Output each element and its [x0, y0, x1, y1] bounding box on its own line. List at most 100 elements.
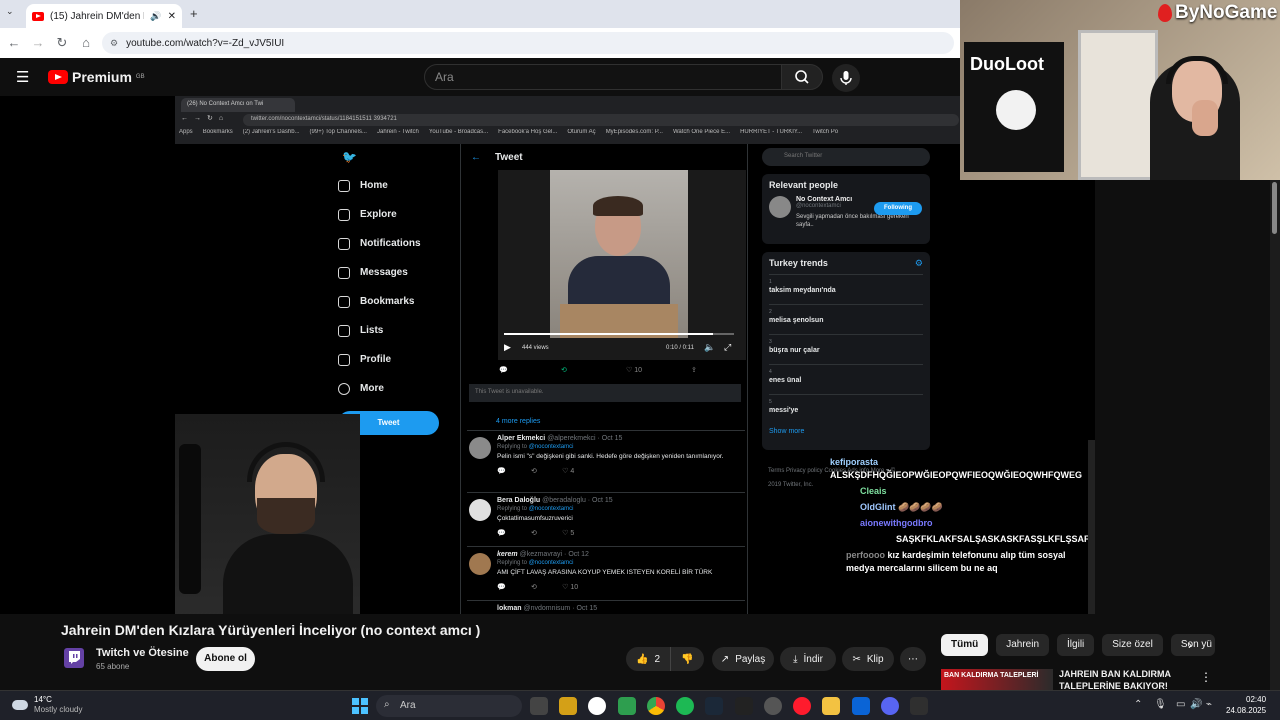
share-button[interactable]: ↗ Paylaş: [712, 647, 774, 671]
like-button[interactable]: 👍 2: [626, 647, 670, 671]
browser-tab-title: (15) Jahrein DM'den Kızlara: [50, 10, 144, 22]
more-actions-button[interactable]: ⋯: [900, 647, 926, 671]
streamer-body: [223, 534, 353, 614]
reply-item: Bera Daloğlu @beradaloglu · Oct 15 Reply…: [467, 492, 745, 546]
taskbar-clock[interactable]: 02:40 24.08.2025: [1226, 694, 1266, 716]
reply-like-count: 5: [570, 530, 575, 537]
embedded-bookmark: Bookmarks: [202, 129, 233, 135]
twitter-main-column: ← Tweet ▶ 444 views 0:10 / 0:11 🔈 ⤢ 💬 ⟲ …: [460, 144, 748, 614]
chip-for-you[interactable]: Size özel: [1102, 634, 1163, 656]
twitter-nav-label: Notifications: [360, 238, 421, 249]
more-vertical-icon[interactable]: ⋮: [1200, 670, 1212, 684]
weather-desc: Mostly cloudy: [34, 705, 83, 714]
volume-icon[interactable]: 🔊: [1190, 699, 1202, 710]
trend-name: melisa şenolsun: [769, 317, 824, 324]
chevron-right-icon[interactable]: ›: [1188, 638, 1192, 652]
clip-label: Klip: [866, 653, 884, 665]
channel-name[interactable]: Twitch ve Ötesine: [96, 647, 189, 659]
reload-icon[interactable]: ↻: [54, 35, 70, 51]
chip-related[interactable]: İlgili: [1057, 634, 1095, 656]
home-icon[interactable]: ⌂: [78, 35, 94, 51]
trend-item: 2 melisa şenolsun: [769, 304, 923, 334]
menu-icon[interactable]: ☰: [16, 68, 29, 86]
show-hidden-icons[interactable]: ⌃: [1134, 699, 1142, 710]
twitter-nav-lists: Lists: [338, 316, 458, 345]
new-tab-button[interactable]: +: [190, 6, 198, 21]
channel-avatar[interactable]: [64, 648, 84, 668]
address-bar[interactable]: ⚙ youtube.com/watch?v=-Zd_vJV5IUI: [102, 32, 954, 54]
embedded-bookmark: Watch One Piece E...: [672, 129, 731, 135]
relevant-person-bio: Sevgili yapmadan önce bakılması gereken …: [796, 214, 909, 228]
chatgpt-app-icon[interactable]: [588, 697, 606, 715]
brand-watermark: ByNoGame: [1158, 2, 1277, 24]
download-button[interactable]: ⤓ İndir: [780, 647, 836, 671]
discord-app-icon[interactable]: [881, 697, 899, 715]
reply-to-handle: @nocontextamci: [528, 444, 574, 450]
chip-recent[interactable]: Son yü: [1170, 634, 1215, 656]
twitter-main-header: Tweet: [495, 152, 523, 163]
microphone-arm: [179, 444, 201, 594]
epic-games-app-icon[interactable]: [735, 697, 753, 715]
subscribe-button[interactable]: Abone ol: [196, 647, 255, 671]
youtube-logo[interactable]: Premium GB: [48, 69, 145, 85]
trends-panel: Turkey trends ⚙ 1 taksim meydanı'nda 2 meli…: [762, 252, 930, 450]
reply-name: lokman: [497, 605, 522, 612]
task-view-icon[interactable]: [530, 697, 548, 715]
monitor-icon[interactable]: ▭: [1176, 699, 1185, 710]
forward-icon[interactable]: →: [30, 35, 46, 51]
streamer-beard: [257, 498, 315, 534]
chip-jahrein[interactable]: Jahrein: [996, 634, 1050, 656]
dislike-button[interactable]: 👎: [670, 647, 704, 671]
spotify-app-icon[interactable]: [676, 697, 694, 715]
weather-widget[interactable]: 14°C Mostly cloudy: [12, 695, 82, 715]
share-label: Paylaş: [735, 653, 766, 665]
reply-item: kerem @kezmavrayi · Oct 12 Replying to @…: [467, 546, 745, 600]
microphone-icon[interactable]: 🎙: [1154, 699, 1167, 710]
voice-search-button[interactable]: [832, 64, 860, 92]
network-icon[interactable]: ⌁: [1206, 699, 1212, 710]
avatar: [769, 196, 791, 218]
tab-list-icon[interactable]: ⌄: [6, 6, 14, 17]
reply-meta: @nvdomnisum · Oct 15: [523, 605, 598, 612]
app-icon[interactable]: [764, 697, 782, 715]
trend-name: büşra nur çalar: [769, 347, 820, 354]
speaker-icon[interactable]: 🔊: [150, 11, 161, 22]
fullscreen-icon: ⤢: [724, 342, 732, 352]
outlook-app-icon[interactable]: [852, 697, 870, 715]
notes-app-icon[interactable]: [559, 697, 577, 715]
recommendation-title[interactable]: JAHREIN BAN KALDIRMA TALEPLERİNE BAKIYOR…: [1059, 668, 1189, 690]
embedded-browser-chrome: (26) No Context Amcı on Twi ←→↻⌂ twitter…: [175, 96, 960, 144]
reply-to-handle: @nocontextamci: [528, 506, 574, 512]
twitter-nav-label: Lists: [360, 325, 384, 336]
chip-all[interactable]: Tümü: [941, 634, 989, 656]
chrome-app-icon[interactable]: [647, 697, 665, 715]
chat-message: OldGlint 🥔🥔🥔🥔: [830, 501, 1092, 514]
trend-rank: 4: [769, 369, 772, 375]
recommendation-thumbnail[interactable]: BAN KALDIRMA TALEPLERİ: [941, 669, 1053, 691]
back-icon[interactable]: ←: [6, 35, 22, 51]
video-player[interactable]: (26) No Context Amcı on Twi ←→↻⌂ twitter…: [0, 96, 1095, 614]
browser-tab[interactable]: (15) Jahrein DM'den Kızlara 🔊 ✕: [26, 4, 182, 28]
page-scrollbar-thumb[interactable]: [1272, 182, 1277, 234]
start-button[interactable]: [352, 698, 368, 714]
youtube-search-input[interactable]: Ara: [424, 64, 782, 90]
taskbar-search[interactable]: ⌕ Ara: [376, 695, 522, 717]
terminal-app-icon[interactable]: [910, 697, 928, 715]
page-scrollbar[interactable]: [1270, 180, 1280, 690]
twitter-nav: Home Explore Notifications Messages Book…: [338, 171, 458, 403]
close-tab-icon[interactable]: ✕: [168, 11, 176, 22]
headphones-icon: [1166, 56, 1228, 84]
chat-user: OldGlint: [860, 502, 896, 512]
trend-name: enes ünal: [769, 377, 802, 384]
relevant-people-panel: Relevant people No Context Amcı @noconte…: [762, 174, 930, 244]
excel-app-icon[interactable]: [618, 697, 636, 715]
opera-app-icon[interactable]: [793, 697, 811, 715]
site-info-icon[interactable]: ⚙: [110, 38, 118, 49]
youtube-search-button[interactable]: [781, 64, 823, 90]
twitter-nav-label: Explore: [360, 209, 397, 220]
person-hair: [593, 196, 643, 216]
file-explorer-app-icon[interactable]: [822, 697, 840, 715]
browser-toolbar: ← → ↻ ⌂ ⚙ youtube.com/watch?v=-Zd_vJV5IU…: [0, 28, 960, 58]
steam-app-icon[interactable]: [705, 697, 723, 715]
clip-button[interactable]: ✂ Klip: [842, 647, 894, 671]
